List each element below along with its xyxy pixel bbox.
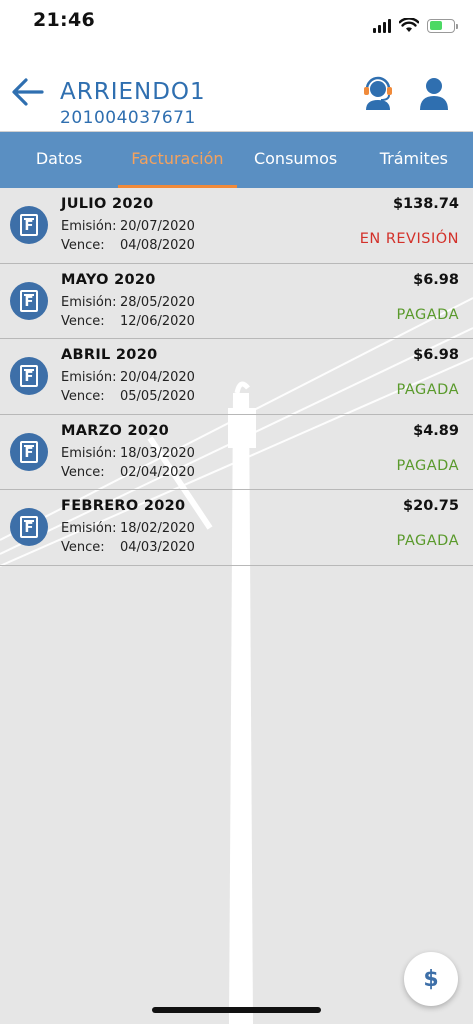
invoice-status: PAGADA: [396, 533, 459, 550]
emision-label: Emisión:: [61, 219, 117, 234]
vence-date: 02/04/2020: [120, 464, 195, 480]
vence-date: 12/06/2020: [120, 313, 195, 329]
invoice-status: PAGADA: [396, 457, 459, 474]
emision-date: 20/04/2020: [120, 370, 195, 386]
invoice-row[interactable]: F MAYO 2020 Emisión: 28/05/2020 Vence: 12/06/…: [0, 264, 473, 340]
invoice-icon-letter: F: [20, 440, 38, 463]
vence-label: Vence:: [61, 238, 105, 253]
invoice-vence: Vence: 12/06/2020: [61, 314, 195, 329]
emision-date: 28/05/2020: [120, 294, 195, 310]
invoice-icon-letter: F: [20, 365, 38, 388]
invoice-document-icon: F: [10, 508, 48, 547]
invoice-amount: $4.89: [413, 422, 459, 439]
vence-date: 04/03/2020: [120, 540, 195, 556]
invoice-row[interactable]: F FEBRERO 2020 Emisión: 18/02/2020 Vence: 04/…: [0, 490, 473, 566]
vence-label: Vence:: [61, 540, 105, 556]
status-bar: 21:46: [0, 0, 473, 50]
invoice-emision: Emisión: 18/02/2020: [61, 521, 195, 536]
emision-label: Emisión:: [61, 521, 117, 537]
invoice-emision: Emisión: 20/07/2020: [61, 219, 195, 234]
emision-date: 20/07/2020: [120, 219, 195, 234]
invoice-amount: $138.74: [392, 196, 459, 212]
invoice-vence: Vence: 04/03/2020: [61, 540, 195, 555]
vence-date: 05/05/2020: [120, 389, 195, 405]
vence-label: Vence:: [61, 389, 105, 405]
invoice-document-icon: F: [10, 281, 48, 320]
tab-facturacion[interactable]: Facturación: [118, 132, 237, 188]
invoice-month: JULIO 2020: [61, 196, 154, 212]
invoice-emision: Emisión: 28/05/2020: [61, 295, 195, 310]
wifi-icon: [399, 18, 419, 32]
invoice-month: MARZO 2020: [61, 422, 170, 439]
invoice-vence: Vence: 02/04/2020: [61, 465, 195, 480]
invoice-icon-letter: F: [20, 214, 38, 236]
pay-dollar-icon: $: [423, 966, 439, 992]
invoice-vence: Vence: 04/08/2020: [61, 238, 195, 253]
account-name: ARRIENDO1: [60, 79, 206, 105]
battery-charging-icon: [427, 18, 458, 33]
emision-label: Emisión:: [61, 294, 117, 310]
invoice-document-icon: F: [10, 432, 48, 471]
user-icon[interactable]: [418, 76, 450, 110]
back-arrow-icon[interactable]: [10, 76, 46, 108]
invoice-row[interactable]: F ABRIL 2020 Emisión: 20/04/2020 Vence: 05/05…: [0, 339, 473, 415]
invoice-month: FEBRERO 2020: [61, 498, 186, 515]
pay-button[interactable]: $: [404, 952, 458, 1006]
status-icons: [373, 18, 458, 33]
status-time: 21:46: [33, 9, 95, 31]
invoice-icon-letter: F: [20, 289, 38, 312]
account-header: ARRIENDO1 201004037671: [0, 50, 473, 132]
invoice-document-icon: F: [10, 357, 48, 396]
invoice-emision: Emisión: 20/04/2020: [61, 370, 195, 385]
invoice-amount: $6.98: [413, 271, 459, 288]
invoice-vence: Vence: 05/05/2020: [61, 389, 195, 404]
invoice-month: ABRIL 2020: [61, 347, 158, 364]
signal-icon: [373, 18, 391, 33]
vence-date: 04/08/2020: [120, 238, 195, 253]
invoice-status: EN REVISIÓN: [359, 231, 459, 247]
support-agent-icon[interactable]: [361, 76, 395, 110]
tab-tramites[interactable]: Trámites: [355, 132, 473, 188]
vence-label: Vence:: [61, 313, 105, 329]
invoice-month: MAYO 2020: [61, 271, 156, 288]
emision-date: 18/02/2020: [120, 521, 195, 537]
invoice-icon-letter: F: [20, 516, 38, 539]
invoice-document-icon: F: [10, 206, 48, 244]
invoice-amount: $20.75: [403, 498, 459, 515]
invoice-amount: $6.98: [413, 347, 459, 364]
tab-bar: Datos Facturación Consumos Trámites: [0, 132, 473, 188]
invoice-emision: Emisión: 18/03/2020: [61, 446, 195, 461]
tab-datos[interactable]: Datos: [0, 132, 118, 188]
emision-date: 18/03/2020: [120, 445, 195, 461]
invoice-status: PAGADA: [396, 382, 459, 399]
account-number: 201004037671: [60, 108, 196, 128]
emision-label: Emisión:: [61, 445, 117, 461]
emision-label: Emisión:: [61, 370, 117, 386]
vence-label: Vence:: [61, 464, 105, 480]
invoice-row[interactable]: F JULIO 2020 Emisión: 20/07/2020 Vence: 04/08…: [0, 188, 473, 264]
tab-consumos[interactable]: Consumos: [237, 132, 355, 188]
invoice-row[interactable]: F MARZO 2020 Emisión: 18/03/2020 Vence: 02/04…: [0, 415, 473, 491]
invoice-list: F JULIO 2020 Emisión: 20/07/2020 Vence: 04/08…: [0, 188, 473, 566]
invoice-status: PAGADA: [396, 306, 459, 323]
home-indicator[interactable]: [152, 1007, 321, 1013]
